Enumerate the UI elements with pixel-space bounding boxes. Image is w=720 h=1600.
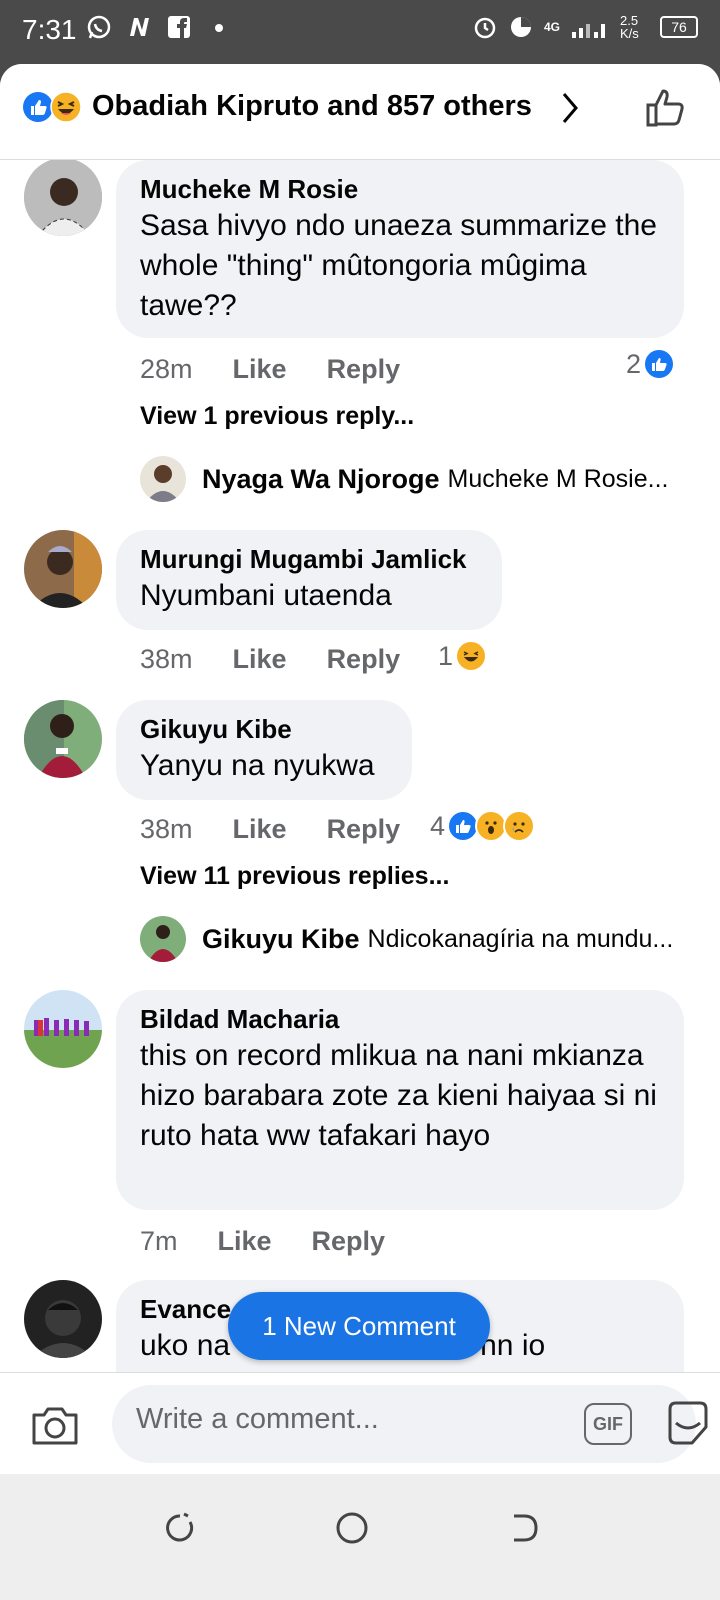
comment-time[interactable]: 38m — [140, 644, 193, 675]
haha-reaction-icon — [50, 90, 82, 123]
reaction-count: 1 — [438, 640, 454, 671]
signal-icon — [572, 24, 605, 38]
comment-actions: 28m Like Reply — [140, 354, 400, 385]
reaction-count: 2 — [626, 348, 642, 379]
avatar[interactable] — [24, 160, 102, 236]
comment-input[interactable] — [136, 1403, 456, 1436]
reply-preview[interactable]: Gikuyu Kibe Ndicokanagíria na mundu... — [140, 916, 673, 962]
like-reaction-icon — [643, 348, 676, 380]
comment-text: Nyumbani utaenda — [140, 579, 392, 612]
sad-reaction-icon — [503, 810, 536, 842]
whatsapp-icon — [87, 15, 111, 39]
comment-author[interactable]: Murungi Mugambi Jamlick — [140, 542, 478, 576]
comment-actions: 7m Like Reply — [140, 1226, 385, 1257]
new-comment-button[interactable]: 1 New Comment — [228, 1292, 490, 1360]
comment-bubble[interactable]: Mucheke M Rosie Sasa hivyo ndo unaeza su… — [116, 160, 684, 338]
comment-author[interactable]: Bildad Macharia — [140, 1002, 660, 1036]
comment-bubble[interactable]: Murungi Mugambi Jamlick Nyumbani utaenda — [116, 530, 502, 630]
network-speed: 2.5 K/s — [620, 13, 639, 41]
like-button[interactable]: Like — [233, 814, 287, 845]
avatar[interactable] — [24, 530, 102, 608]
comment-list: Mucheke M Rosie Sasa hivyo ndo unaeza su… — [0, 160, 720, 1376]
reply-button[interactable]: Reply — [327, 644, 401, 675]
view-previous-replies[interactable]: View 1 previous reply... — [140, 402, 414, 431]
comment-author[interactable]: Mucheke M Rosie — [140, 172, 660, 206]
comment-reactions[interactable]: 4 — [430, 810, 536, 842]
comment-bubble[interactable]: Bildad Macharia this on record mlikua na… — [116, 990, 684, 1210]
comment-composer: GIF — [0, 1372, 720, 1474]
comment-author[interactable]: Gikuyu Kibe — [140, 712, 388, 746]
sticker-icon[interactable] — [664, 1399, 712, 1449]
gif-button[interactable]: GIF — [584, 1403, 632, 1445]
comment-actions: 38m Like Reply — [140, 644, 400, 675]
comment-time[interactable]: 38m — [140, 814, 193, 845]
app-n-icon — [130, 18, 149, 36]
avatar[interactable] — [24, 1280, 102, 1358]
comment-text: Yanyu na nyukwa — [140, 749, 375, 782]
data-saver-icon — [510, 17, 531, 37]
battery-icon: 76 — [660, 16, 698, 38]
reply-author[interactable]: Nyaga Wa Njoroge — [202, 464, 440, 495]
system-nav-bar — [0, 1474, 720, 1600]
reply-text: Mucheke M Rosie... — [447, 464, 669, 493]
like-button[interactable]: Like — [218, 1226, 272, 1257]
notification-icons — [86, 14, 232, 40]
chevron-right-icon[interactable] — [560, 88, 580, 128]
avatar[interactable] — [24, 990, 102, 1068]
reply-button[interactable]: Reply — [327, 354, 401, 385]
reaction-count: 4 — [430, 810, 446, 841]
comment-time[interactable]: 28m — [140, 354, 193, 385]
reply-button[interactable]: Reply — [312, 1226, 386, 1257]
reactions-summary-text: Obadiah Kipruto and 857 others — [92, 90, 532, 122]
recents-icon[interactable] — [162, 1510, 198, 1546]
haha-reaction-icon — [455, 640, 488, 672]
comment-time[interactable]: 7m — [140, 1226, 178, 1257]
camera-icon[interactable] — [30, 1403, 80, 1447]
reply-author[interactable]: Gikuyu Kibe — [202, 924, 360, 955]
status-time: 7:31 — [22, 14, 77, 45]
status-bar: 7:31 4G 2.5 K/s 76 — [0, 0, 720, 64]
comments-sheet: Obadiah Kipruto and 857 others Mucheke M… — [0, 64, 720, 1504]
like-button[interactable]: Like — [233, 644, 287, 675]
avatar[interactable] — [24, 700, 102, 778]
alarm-icon — [474, 17, 496, 39]
reply-button[interactable]: Reply — [327, 814, 401, 845]
like-button[interactable]: Like — [233, 354, 287, 385]
back-icon[interactable] — [506, 1510, 542, 1546]
comment-reactions[interactable]: 2 — [626, 348, 676, 380]
comment-reactions[interactable]: 1 — [438, 640, 488, 672]
avatar[interactable] — [140, 916, 186, 962]
reactions-header[interactable]: Obadiah Kipruto and 857 others — [0, 64, 720, 160]
view-previous-replies[interactable]: View 11 previous replies... — [140, 862, 449, 891]
avatar[interactable] — [140, 456, 186, 502]
comment-actions: 38m Like Reply — [140, 814, 400, 845]
like-post-icon[interactable] — [644, 86, 688, 130]
comment-bubble[interactable]: Gikuyu Kibe Yanyu na nyukwa — [116, 700, 412, 800]
network-type: 4G — [543, 20, 560, 34]
dot-icon — [215, 24, 223, 32]
reactions-summary[interactable]: Obadiah Kipruto and 857 others — [22, 90, 532, 123]
reply-text: Ndicokanagíria na mundu... — [367, 924, 674, 953]
comment-input-container[interactable]: GIF — [112, 1385, 708, 1463]
comment-text: this on record mlikua na nani mkianza hi… — [140, 1039, 657, 1152]
reply-preview[interactable]: Nyaga Wa Njoroge Mucheke M Rosie... — [140, 456, 668, 502]
home-icon[interactable] — [334, 1510, 370, 1546]
comment-text: Sasa hivyo ndo unaeza summarize the whol… — [140, 209, 657, 322]
facebook-icon — [168, 16, 190, 38]
status-right: 4G 2.5 K/s 76 — [472, 14, 698, 40]
